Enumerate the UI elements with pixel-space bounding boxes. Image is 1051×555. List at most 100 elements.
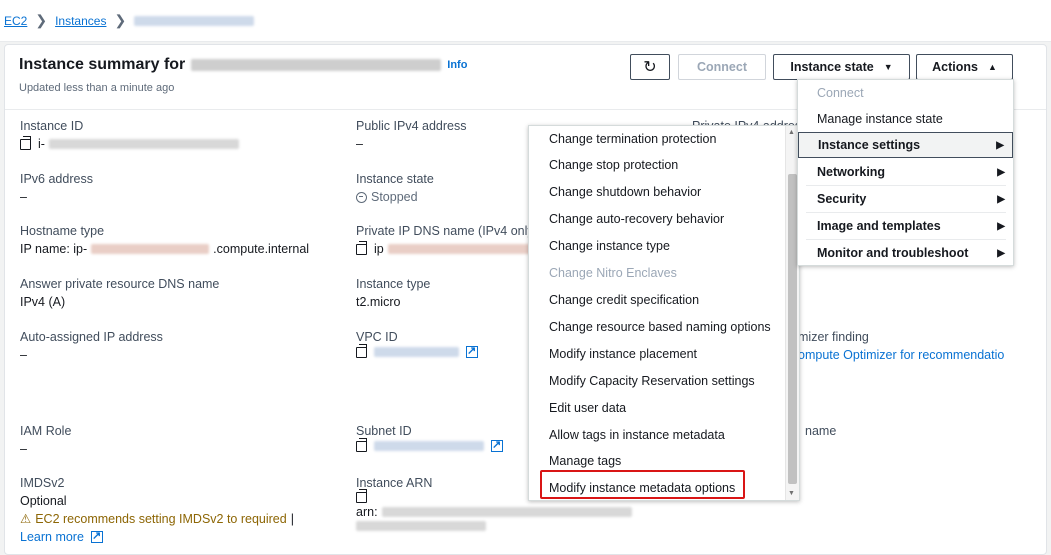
menu-item-change-stop-protection[interactable]: Change stop protection xyxy=(549,158,678,172)
actions-item-networking[interactable]: Networking ▶ xyxy=(798,159,1013,185)
chevron-right-icon: ▶ xyxy=(997,220,1005,232)
imdsv2-label: IMDSv2 xyxy=(20,476,65,490)
menu-item-change-shutdown-behavior[interactable]: Change shutdown behavior xyxy=(549,185,701,199)
actions-item-image-templates[interactable]: Image and templates ▶ xyxy=(798,213,1013,239)
field-private-ip-dns: Private IP DNS name (IPv4 only ip xyxy=(356,222,538,258)
menu-item-modify-capacity-reservation[interactable]: Modify Capacity Reservation settings xyxy=(549,374,755,388)
copy-icon[interactable] xyxy=(356,437,367,452)
field-instance-state: Instance state Stopped xyxy=(356,170,434,206)
stopped-icon xyxy=(356,191,367,203)
field-hostname-type: Hostname type IP name: ip- .compute.inter… xyxy=(20,222,309,258)
redacted-value xyxy=(387,244,538,254)
public-ipv4-value: – xyxy=(356,137,363,151)
imdsv2-value: Optional xyxy=(20,494,67,508)
instance-settings-submenu: Change termination protection Change sto… xyxy=(528,125,800,501)
instance-arn-value: arn: xyxy=(356,505,378,519)
iam-role-label: IAM Role xyxy=(20,424,72,438)
connect-button-label: Connect xyxy=(697,60,747,74)
actions-dropdown: Connect Manage instance state Instance s… xyxy=(797,79,1014,266)
scroll-thumb[interactable] xyxy=(788,174,797,484)
page-title-text: Instance summary for xyxy=(19,56,186,73)
redacted-instance-name xyxy=(191,59,442,71)
actions-item-connect: Connect xyxy=(798,80,1013,106)
answer-dns-label: Answer private resource DNS name xyxy=(20,277,220,291)
ipv6-value: – xyxy=(20,190,27,204)
chevron-right-icon: ▶ xyxy=(997,247,1005,259)
refresh-icon: ↻ xyxy=(643,59,657,76)
hostname-suffix: .compute.internal xyxy=(213,242,310,256)
external-link-icon[interactable] xyxy=(491,436,503,454)
menu-item-modify-instance-placement[interactable]: Modify instance placement xyxy=(549,347,697,361)
private-ip-dns-label: Private IP DNS name (IPv4 only xyxy=(356,224,534,238)
chevron-right-icon: ▶ xyxy=(997,193,1005,205)
copy-icon[interactable] xyxy=(356,489,367,503)
field-instance-type: Instance type t2.micro xyxy=(356,275,430,311)
instance-state-field-label: Instance state xyxy=(356,172,434,186)
breadcrumb: EC2 ❯ Instances ❯ xyxy=(0,0,1051,42)
menu-item-change-termination-protection[interactable]: Change termination protection xyxy=(549,132,716,146)
actions-item-instance-settings[interactable]: Instance settings ▶ xyxy=(798,132,1013,158)
field-vpc-id: VPC ID xyxy=(356,328,478,360)
actions-button[interactable]: Actions ▲ xyxy=(916,54,1013,80)
warning-icon: ⚠ xyxy=(20,512,32,526)
scroll-down-icon[interactable]: ▼ xyxy=(788,490,795,497)
auto-ip-value: – xyxy=(20,348,27,362)
external-link-icon[interactable] xyxy=(90,527,103,545)
actions-item-label: Instance settings xyxy=(818,138,921,152)
hostname-type-label: Hostname type xyxy=(20,224,105,238)
chevron-right-icon: ▶ xyxy=(997,166,1005,178)
menu-item-allow-tags-metadata[interactable]: Allow tags in instance metadata xyxy=(549,428,725,442)
instance-type-label: Instance type xyxy=(356,277,431,291)
actions-item-security[interactable]: Security ▶ xyxy=(798,186,1013,212)
redacted-value xyxy=(48,139,239,149)
field-public-ipv4: Public IPv4 address – xyxy=(356,117,466,153)
vpc-id-link[interactable] xyxy=(374,347,459,357)
field-optimizer-finding: mizer finding ompute Optimizer for recom… xyxy=(798,328,1004,364)
scroll-up-icon[interactable]: ▲ xyxy=(788,129,795,136)
caret-up-icon: ▲ xyxy=(987,62,997,72)
instance-state-button[interactable]: Instance state ▼ xyxy=(773,54,910,80)
field-subnet-id: Subnet ID xyxy=(356,422,503,454)
actions-item-label: Manage instance state xyxy=(817,112,943,126)
external-link-icon[interactable] xyxy=(466,342,478,360)
field-imdsv2: IMDSv2 Optional ⚠ EC2 recommends setting … xyxy=(20,474,294,546)
info-link[interactable]: Info xyxy=(447,59,467,71)
instance-state-value: Stopped xyxy=(371,190,418,204)
actions-item-manage-instance-state[interactable]: Manage instance state xyxy=(798,106,1013,132)
menu-item-change-auto-recovery[interactable]: Change auto-recovery behavior xyxy=(549,212,724,226)
compute-optimizer-link[interactable]: ompute Optimizer for recommendatio xyxy=(798,346,1004,364)
actions-item-label: Image and templates xyxy=(817,219,941,233)
copy-icon[interactable] xyxy=(20,135,31,150)
breadcrumb-ec2[interactable]: EC2 xyxy=(4,14,27,28)
menu-item-change-credit-specification[interactable]: Change credit specification xyxy=(549,293,699,307)
caret-down-icon: ▼ xyxy=(883,62,893,72)
breadcrumb-separator-icon: ❯ xyxy=(114,12,127,28)
field-iam-role: IAM Role – xyxy=(20,422,71,458)
menu-item-change-nitro-enclaves: Change Nitro Enclaves xyxy=(549,266,677,280)
breadcrumb-instances[interactable]: Instances xyxy=(55,14,106,28)
field-name-partial: name xyxy=(805,422,836,440)
menu-item-edit-user-data[interactable]: Edit user data xyxy=(549,401,626,415)
actions-item-monitor-troubleshoot[interactable]: Monitor and troubleshoot ▶ xyxy=(798,240,1013,266)
redacted-value xyxy=(356,521,486,531)
menu-item-manage-tags[interactable]: Manage tags xyxy=(549,454,621,468)
copy-icon[interactable] xyxy=(356,240,367,255)
subnet-id-link[interactable] xyxy=(374,441,484,451)
field-auto-ip: Auto-assigned IP address – xyxy=(20,328,163,364)
chevron-right-icon: ▶ xyxy=(996,139,1004,151)
field-ipv6: IPv6 address – xyxy=(20,170,93,206)
instance-type-value: t2.micro xyxy=(356,295,401,309)
connect-button[interactable]: Connect xyxy=(678,54,766,80)
actions-button-label: Actions xyxy=(932,60,978,74)
public-ipv4-label: Public IPv4 address xyxy=(356,119,467,133)
optimizer-label: mizer finding xyxy=(798,330,869,344)
learn-more-link[interactable]: Learn more xyxy=(20,528,84,546)
menu-item-change-resource-naming[interactable]: Change resource based naming options xyxy=(549,320,771,334)
refresh-button[interactable]: ↻ xyxy=(630,54,670,80)
page-title: Instance summary for Info xyxy=(19,56,467,74)
hostname-prefix: IP name: ip- xyxy=(20,242,88,256)
copy-icon[interactable] xyxy=(356,343,367,358)
instance-state-label: Instance state xyxy=(790,60,874,74)
menu-item-change-instance-type[interactable]: Change instance type xyxy=(549,239,670,253)
redacted-value xyxy=(91,244,210,254)
